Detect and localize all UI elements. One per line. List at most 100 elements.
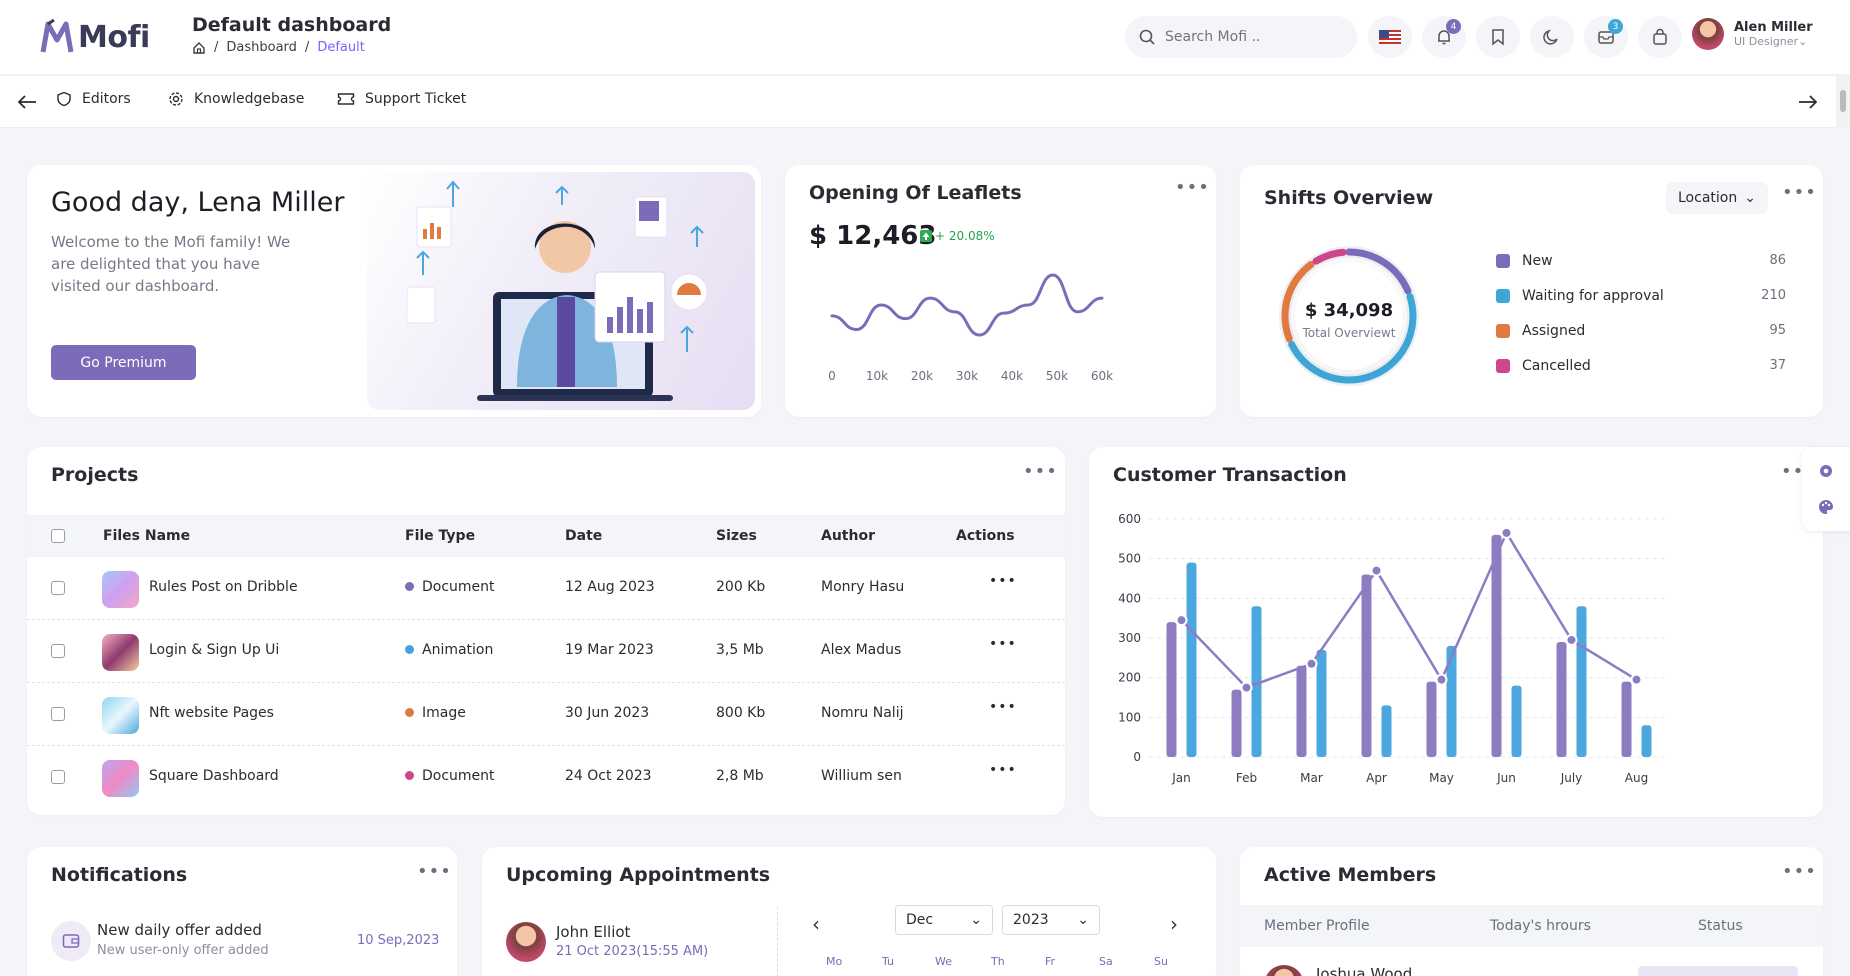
- nav-editors[interactable]: Editors: [56, 91, 131, 107]
- language-button[interactable]: [1368, 16, 1412, 58]
- cart-button[interactable]: [1638, 16, 1682, 58]
- y-tick-label: 200: [1118, 671, 1141, 685]
- notification-button[interactable]: 4: [1422, 16, 1466, 58]
- search-box[interactable]: [1125, 16, 1357, 58]
- logo[interactable]: Mofi: [40, 18, 150, 56]
- wallet-icon: [51, 921, 91, 961]
- x-tick-label: 0: [828, 369, 836, 383]
- line-point[interactable]: [1370, 564, 1383, 577]
- row-checkbox[interactable]: [51, 581, 65, 595]
- arrow-right-icon[interactable]: [1798, 94, 1818, 110]
- dark-mode-button[interactable]: [1530, 16, 1574, 58]
- row-actions-icon[interactable]: •••: [989, 636, 1017, 652]
- row-checkbox[interactable]: [51, 707, 65, 721]
- leaflets-line-chart: 0 10k 20k 30k 40k 50k 60k: [828, 273, 1113, 383]
- bar[interactable]: [1316, 649, 1327, 757]
- home-icon[interactable]: [192, 41, 206, 55]
- page-title: Default dashboard: [192, 14, 392, 36]
- location-select[interactable]: Location ⌄: [1666, 182, 1768, 214]
- search-icon: [1139, 29, 1155, 45]
- trend-line: [1180, 530, 1638, 690]
- bookmark-button[interactable]: [1476, 16, 1520, 58]
- bookmark-nav: Editors Knowledgebase Support Ticket: [0, 76, 1850, 128]
- row-checkbox[interactable]: [51, 644, 65, 658]
- table-row[interactable]: Login & Sign Up Ui Animation 19 Mar 2023…: [27, 620, 1065, 683]
- file-thumbnail: [102, 634, 139, 671]
- bar[interactable]: [1231, 689, 1242, 757]
- messages-count: 3: [1608, 19, 1623, 34]
- bar[interactable]: [1186, 562, 1197, 757]
- bar[interactable]: [1426, 681, 1437, 757]
- x-tick-label: 60k: [1091, 369, 1113, 383]
- go-premium-button[interactable]: Go Premium: [51, 345, 196, 380]
- shifts-title: Shifts Overview: [1264, 187, 1434, 209]
- bar[interactable]: [1641, 725, 1652, 757]
- bar[interactable]: [1296, 665, 1307, 757]
- next-month-icon[interactable]: ›: [1170, 912, 1178, 936]
- select-all-checkbox[interactable]: [51, 529, 65, 543]
- more-icon[interactable]: •••: [1782, 863, 1817, 881]
- appointment-time: 21 Oct 2023(15:55 AM): [556, 944, 709, 959]
- palette-icon[interactable]: [1818, 499, 1834, 515]
- month-select[interactable]: Dec ⌄: [895, 905, 993, 935]
- nav-knowledgebase[interactable]: Knowledgebase: [168, 91, 304, 107]
- row-actions-icon[interactable]: •••: [989, 573, 1017, 589]
- file-thumbnail: [102, 697, 139, 734]
- table-row[interactable]: Rules Post on Dribble Document 12 Aug 20…: [27, 557, 1065, 620]
- logo-text: Mofi: [78, 19, 150, 55]
- bar[interactable]: [1166, 622, 1177, 757]
- arrow-left-icon[interactable]: [17, 94, 37, 110]
- x-tick-label: Jun: [1496, 771, 1516, 785]
- notifications-card: Notifications ••• New daily offer added …: [27, 847, 457, 976]
- table-row[interactable]: Square Dashboard Document 24 Oct 2023 2,…: [27, 746, 1065, 809]
- bar[interactable]: [1556, 641, 1567, 757]
- row-actions-icon[interactable]: •••: [989, 699, 1017, 715]
- row-actions-icon[interactable]: •••: [989, 762, 1017, 778]
- settings-gear-icon[interactable]: [1818, 463, 1834, 479]
- bar[interactable]: [1381, 705, 1392, 757]
- prev-month-icon[interactable]: ‹: [812, 912, 820, 936]
- user-profile[interactable]: Alen Miller UI Designer⌄: [1692, 18, 1813, 50]
- appointments-title: Upcoming Appointments: [506, 864, 771, 886]
- year-select[interactable]: 2023 ⌄: [1002, 905, 1100, 935]
- search-input[interactable]: [1165, 29, 1335, 45]
- legend-swatch: [1496, 253, 1510, 268]
- bar[interactable]: [1621, 681, 1632, 757]
- bookmark-icon: [1492, 29, 1504, 46]
- breadcrumb-default[interactable]: Default: [317, 40, 365, 55]
- x-tick-label: May: [1429, 771, 1454, 785]
- leaflets-change: + 20.08%: [920, 229, 995, 243]
- messages-button[interactable]: 3: [1584, 16, 1628, 58]
- line-point[interactable]: [1565, 633, 1578, 646]
- notification-subtitle: New user-only offer added: [97, 943, 269, 958]
- bar[interactable]: [1361, 574, 1372, 757]
- breadcrumb-dashboard[interactable]: Dashboard: [226, 40, 297, 55]
- shield-icon: [57, 91, 71, 107]
- more-icon[interactable]: •••: [1023, 463, 1058, 481]
- user-name: Alen Miller: [1734, 20, 1813, 35]
- line-point[interactable]: [1435, 673, 1448, 686]
- nav-support-ticket[interactable]: Support Ticket: [337, 91, 466, 107]
- line-point[interactable]: [1305, 657, 1318, 670]
- leaflets-card: Opening Of Leaflets ••• $ 12,463 + 20.08…: [785, 165, 1216, 417]
- more-icon[interactable]: •••: [1782, 184, 1817, 202]
- line-point[interactable]: [1500, 526, 1513, 539]
- gear-icon: [169, 92, 183, 106]
- more-icon[interactable]: •••: [1175, 179, 1210, 197]
- user-role: UI Designer: [1734, 35, 1799, 48]
- ticket-icon: [337, 93, 355, 105]
- bar[interactable]: [1511, 685, 1522, 757]
- bar[interactable]: [1491, 534, 1502, 757]
- file-thumbnail: [102, 760, 139, 797]
- scrollbar[interactable]: [1836, 76, 1850, 128]
- line-point[interactable]: [1175, 614, 1188, 627]
- legend-item: Cancelled 37: [1496, 348, 1786, 383]
- table-row[interactable]: Nft website Pages Image 30 Jun 2023 800 …: [27, 683, 1065, 746]
- shifts-donut-chart: $ 34,098 Total Overviewt: [1279, 246, 1419, 386]
- bar[interactable]: [1576, 606, 1587, 757]
- row-checkbox[interactable]: [51, 770, 65, 784]
- more-icon[interactable]: •••: [417, 863, 452, 881]
- line-point[interactable]: [1630, 673, 1643, 686]
- moon-icon: [1543, 29, 1558, 45]
- line-point[interactable]: [1240, 681, 1253, 694]
